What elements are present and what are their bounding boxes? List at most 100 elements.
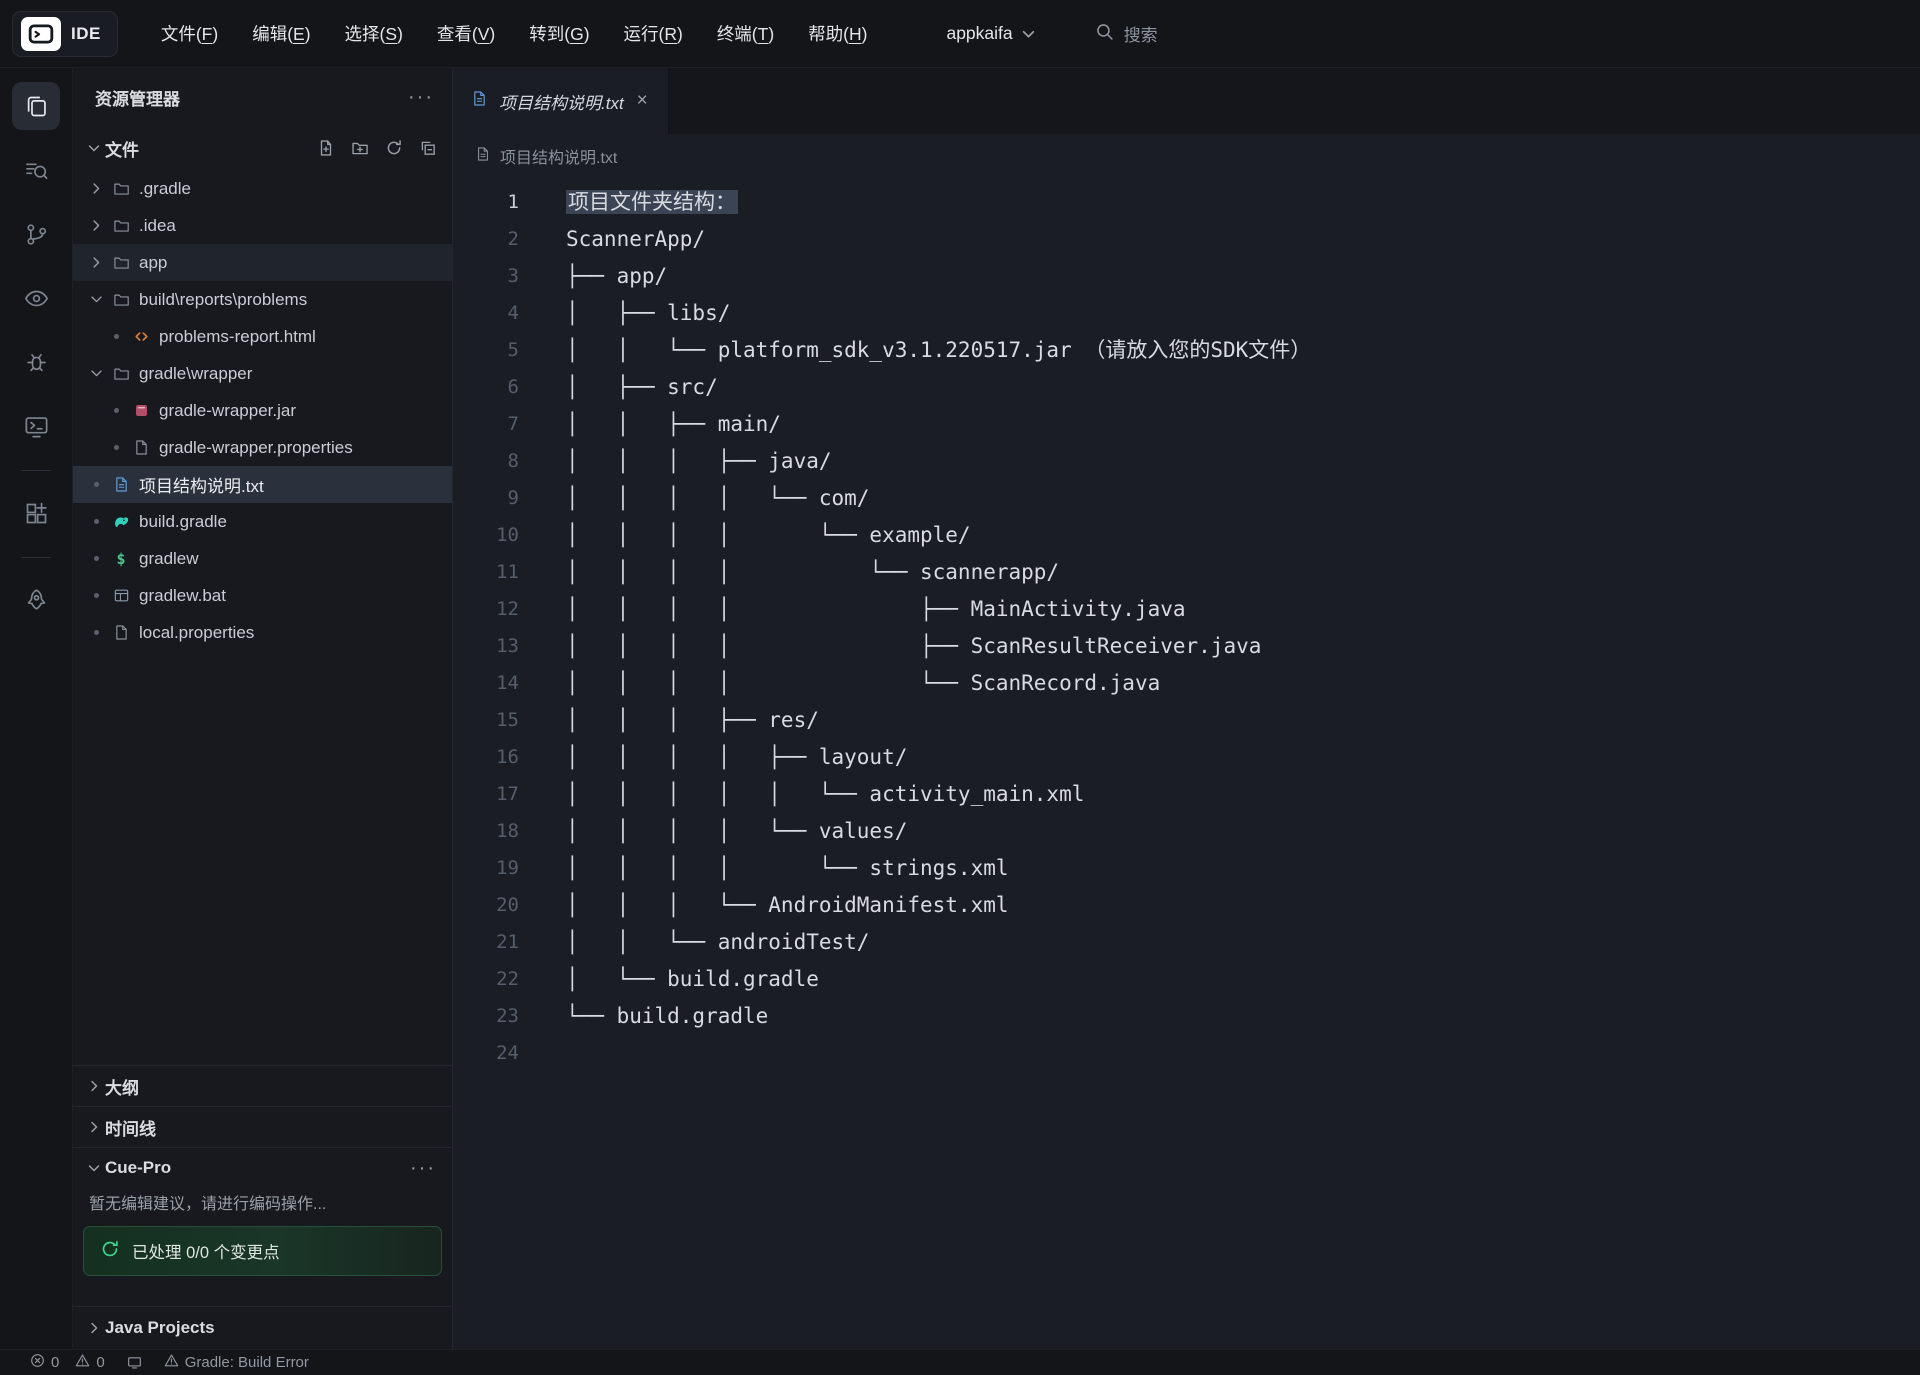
new-folder-icon[interactable]: [350, 138, 370, 158]
line-content[interactable]: ScannerApp/: [566, 221, 705, 258]
tree-item-gradle-wrapper[interactable]: gradle\wrapper: [73, 355, 452, 392]
chevron-down-icon[interactable]: [83, 292, 109, 307]
menu-g[interactable]: 转到(G): [512, 12, 606, 55]
editor-line[interactable]: 16│ │ │ │ ├── layout/: [453, 739, 1920, 776]
app-logo-button[interactable]: IDE: [12, 11, 118, 57]
extensions-icon[interactable]: [12, 489, 60, 537]
more-actions-icon[interactable]: ···: [410, 1163, 436, 1173]
editor-line[interactable]: 12│ │ │ │ ├── MainActivity.java: [453, 591, 1920, 628]
timeline-section-header[interactable]: 时间线: [73, 1107, 452, 1147]
more-actions-icon[interactable]: ···: [408, 92, 434, 102]
editor-line[interactable]: 9│ │ │ │ └── com/: [453, 480, 1920, 517]
chevron-down-icon[interactable]: [83, 366, 109, 381]
menu-r[interactable]: 运行(R): [607, 12, 700, 55]
editor-line[interactable]: 22│ └── build.gradle: [453, 961, 1920, 998]
line-content[interactable]: │ │ │ │ │ └── activity_main.xml: [566, 776, 1084, 813]
editor-line[interactable]: 6│ ├── src/: [453, 369, 1920, 406]
tree-item-build.gradle[interactable]: build.gradle: [73, 503, 452, 540]
tree-item-build-reports-problems[interactable]: build\reports\problems: [73, 281, 452, 318]
tree-item-gradle-wrapper.jar[interactable]: gradle-wrapper.jar: [73, 392, 452, 429]
problems-indicator[interactable]: 0 0: [30, 1353, 105, 1372]
line-content[interactable]: │ ├── src/: [566, 369, 718, 406]
source-control-icon[interactable]: [12, 210, 60, 258]
editor-line[interactable]: 2ScannerApp/: [453, 221, 1920, 258]
editor-line[interactable]: 8│ │ │ ├── java/: [453, 443, 1920, 480]
new-file-icon[interactable]: [316, 138, 336, 158]
editor-line[interactable]: 10│ │ │ │ └── example/: [453, 517, 1920, 554]
line-content[interactable]: 项目文件夹结构：: [566, 184, 738, 221]
menu-s[interactable]: 选择(S): [328, 12, 420, 55]
chevron-right-icon[interactable]: [83, 218, 109, 233]
tab-project-structure[interactable]: 项目结构说明.txt ×: [453, 68, 669, 134]
menu-t[interactable]: 终端(T): [700, 12, 791, 55]
line-content[interactable]: │ │ │ │ ├── MainActivity.java: [566, 591, 1186, 628]
close-tab-icon[interactable]: ×: [635, 90, 650, 112]
line-content[interactable]: │ │ └── androidTest/: [566, 924, 869, 961]
editor-line[interactable]: 3├── app/: [453, 258, 1920, 295]
text-editor[interactable]: 1项目文件夹结构：2ScannerApp/3├── app/4│ ├── lib…: [453, 178, 1920, 1349]
line-content[interactable]: │ │ │ │ └── values/: [566, 813, 907, 850]
line-content[interactable]: │ └── build.gradle: [566, 961, 819, 998]
editor-line[interactable]: 15│ │ │ ├── res/: [453, 702, 1920, 739]
editor-line[interactable]: 4│ ├── libs/: [453, 295, 1920, 332]
cuepro-section-header[interactable]: Cue-Pro ···: [73, 1148, 452, 1188]
line-content[interactable]: └── build.gradle: [566, 998, 768, 1035]
debug-bug-icon[interactable]: [12, 338, 60, 386]
line-content[interactable]: │ │ │ │ └── ScanRecord.java: [566, 665, 1160, 702]
line-content[interactable]: │ │ ├── main/: [566, 406, 781, 443]
global-search[interactable]: 搜索: [1095, 21, 1158, 46]
line-content[interactable]: │ │ │ │ ├── layout/: [566, 739, 907, 776]
tree-item-gradlew[interactable]: $gradlew: [73, 540, 452, 577]
remote-terminal-icon[interactable]: [12, 402, 60, 450]
line-content[interactable]: │ │ │ ├── java/: [566, 443, 832, 480]
tree-item-local.properties[interactable]: local.properties: [73, 614, 452, 651]
editor-line[interactable]: 20│ │ │ └── AndroidManifest.xml: [453, 887, 1920, 924]
cuepro-changes-button[interactable]: 已处理 0/0 个变更点: [83, 1226, 442, 1276]
breadcrumb[interactable]: 项目结构说明.txt: [453, 134, 1920, 178]
menu-f[interactable]: 文件(F): [144, 12, 235, 55]
feedback-screen-icon[interactable]: [127, 1355, 142, 1370]
tree-item-.idea[interactable]: .idea: [73, 207, 452, 244]
menu-e[interactable]: 编辑(E): [235, 12, 327, 55]
ai-assistant-rocket-icon[interactable]: [12, 576, 60, 624]
editor-line[interactable]: 19│ │ │ │ └── strings.xml: [453, 850, 1920, 887]
editor-line[interactable]: 11│ │ │ │ └── scannerapp/: [453, 554, 1920, 591]
workspace-switcher[interactable]: appkaifa: [946, 23, 1034, 44]
line-content[interactable]: │ │ │ └── AndroidManifest.xml: [566, 887, 1009, 924]
chevron-right-icon[interactable]: [83, 181, 109, 196]
explorer-icon[interactable]: [12, 82, 60, 130]
line-content[interactable]: ├── app/: [566, 258, 667, 295]
menu-h[interactable]: 帮助(H): [791, 12, 884, 55]
tree-item-app[interactable]: app: [73, 244, 452, 281]
menu-v[interactable]: 查看(V): [420, 12, 512, 55]
tree-item-gradlew.bat[interactable]: gradlew.bat: [73, 577, 452, 614]
tree-item-problems-report.html[interactable]: problems-report.html: [73, 318, 452, 355]
editor-line[interactable]: 5│ │ └── platform_sdk_v3.1.220517.jar （请…: [453, 332, 1920, 369]
line-content[interactable]: │ ├── libs/: [566, 295, 730, 332]
line-content[interactable]: │ │ └── platform_sdk_v3.1.220517.jar （请放…: [566, 332, 1311, 369]
java-projects-section-header[interactable]: Java Projects: [73, 1307, 452, 1349]
chevron-right-icon[interactable]: [83, 255, 109, 270]
editor-line[interactable]: 7│ │ ├── main/: [453, 406, 1920, 443]
line-content[interactable]: │ │ │ │ └── strings.xml: [566, 850, 1009, 887]
editor-line[interactable]: 18│ │ │ │ └── values/: [453, 813, 1920, 850]
tree-item-gradle-wrapper.properties[interactable]: gradle-wrapper.properties: [73, 429, 452, 466]
line-content[interactable]: │ │ │ │ └── example/: [566, 517, 971, 554]
search-panel-icon[interactable]: [12, 146, 60, 194]
line-content[interactable]: │ │ │ │ ├── ScanResultReceiver.java: [566, 628, 1261, 665]
collapse-all-icon[interactable]: [418, 138, 438, 158]
preview-eye-icon[interactable]: [12, 274, 60, 322]
line-content[interactable]: │ │ │ │ └── com/: [566, 480, 869, 517]
editor-line[interactable]: 21│ │ └── androidTest/: [453, 924, 1920, 961]
outline-section-header[interactable]: 大纲: [73, 1066, 452, 1106]
refresh-icon[interactable]: [384, 138, 404, 158]
editor-line[interactable]: 17│ │ │ │ │ └── activity_main.xml: [453, 776, 1920, 813]
editor-line[interactable]: 1项目文件夹结构：: [453, 184, 1920, 221]
files-section-header[interactable]: 文件: [73, 126, 452, 170]
editor-line[interactable]: 23└── build.gradle: [453, 998, 1920, 1035]
gradle-error-status[interactable]: Gradle: Build Error: [164, 1353, 309, 1372]
editor-line[interactable]: 24: [453, 1035, 1920, 1072]
editor-line[interactable]: 14│ │ │ │ └── ScanRecord.java: [453, 665, 1920, 702]
line-content[interactable]: │ │ │ │ └── scannerapp/: [566, 554, 1059, 591]
editor-line[interactable]: 13│ │ │ │ ├── ScanResultReceiver.java: [453, 628, 1920, 665]
